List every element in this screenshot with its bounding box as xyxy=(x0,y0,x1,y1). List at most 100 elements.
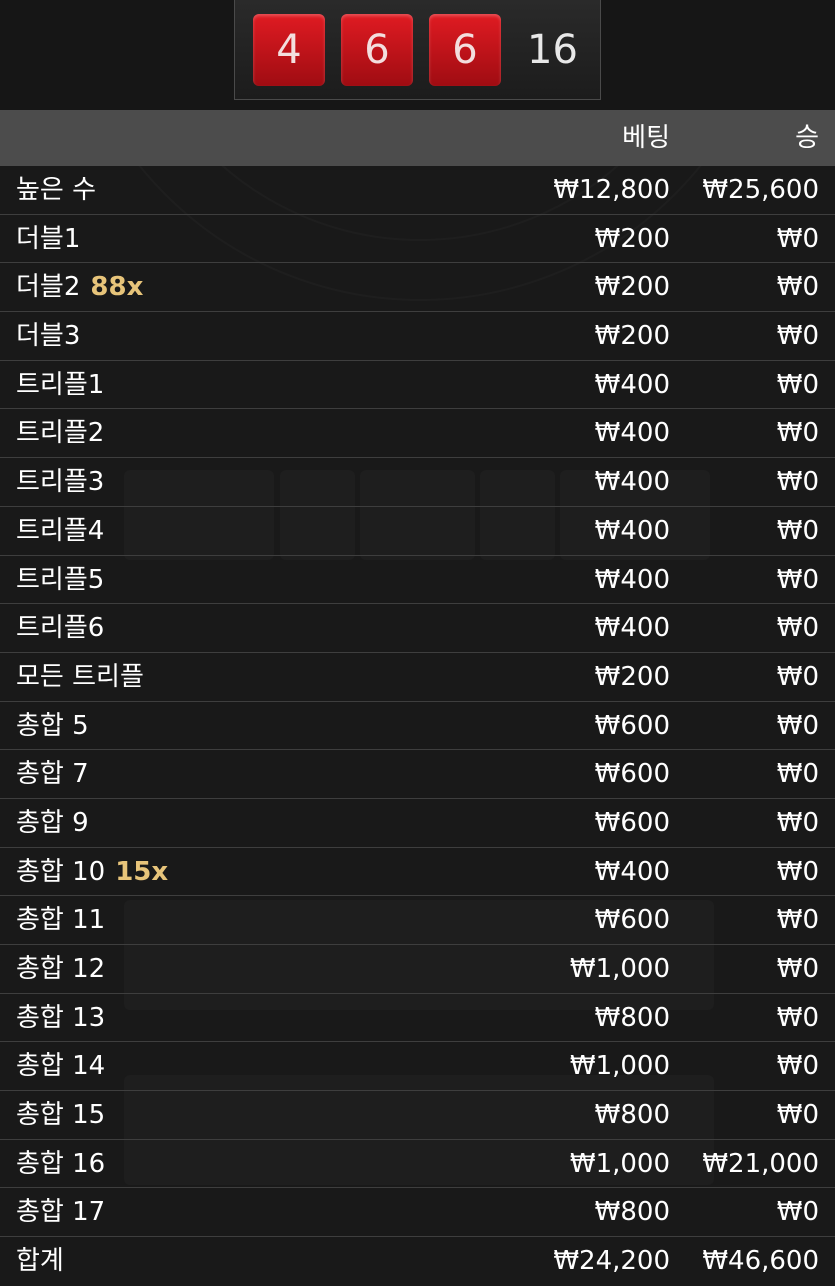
table-row: 트리플2 ₩400 ₩0 xyxy=(0,409,835,459)
row-win: ₩25,600 xyxy=(702,175,819,205)
row-label: 총합 12 xyxy=(16,954,106,984)
row-bet: ₩200 xyxy=(594,272,670,303)
table-row: 모든 트리플 ₩200 ₩0 xyxy=(0,652,835,702)
row-label: 총합 9 xyxy=(16,807,89,838)
row-bet: ₩200 xyxy=(594,223,670,254)
table-row: 총합 12 ₩1,000 ₩0 xyxy=(0,945,835,994)
table-row: 총합 15 ₩800 ₩0 xyxy=(0,1091,835,1140)
row-win: ₩0 xyxy=(776,1100,819,1131)
table-row: 총합 5 ₩600 ₩0 xyxy=(0,701,835,751)
header-win: 승 xyxy=(795,123,819,153)
row-label: 총합 13 xyxy=(16,1002,106,1033)
row-bet: ₩1,000 xyxy=(569,1051,670,1082)
row-win: ₩0 xyxy=(776,759,819,790)
table-row: 트리플1 ₩400 ₩0 xyxy=(0,360,835,410)
row-label: 총합 14 xyxy=(16,1051,106,1082)
row-win: ₩0 xyxy=(776,856,819,887)
table-header: 베팅 승 xyxy=(0,110,835,166)
die-1: 4 xyxy=(253,14,325,86)
row-bet: ₩800 xyxy=(594,1002,670,1033)
die-2: 6 xyxy=(341,14,413,86)
row-win: ₩0 xyxy=(776,321,819,352)
row-label: 총합 11 xyxy=(16,905,106,936)
row-win: ₩0 xyxy=(776,1197,819,1228)
row-win: ₩0 xyxy=(776,223,819,254)
row-bet: ₩600 xyxy=(594,905,670,936)
row-win: ₩0 xyxy=(776,807,819,838)
row-label: 더블2 xyxy=(16,272,81,303)
header-bet: 베팅 xyxy=(622,123,670,153)
row-bet: ₩1,000 xyxy=(569,1148,670,1179)
row-win: ₩0 xyxy=(776,369,819,400)
row-label: 트리플4 xyxy=(16,515,105,546)
row-label: 총합 10 xyxy=(16,856,106,887)
total-win: ₩46,600 xyxy=(702,1246,819,1277)
row-label: 트리플1 xyxy=(16,369,105,400)
row-multiplier: 88x xyxy=(90,272,144,303)
row-bet: ₩400 xyxy=(594,515,670,546)
row-bet: ₩800 xyxy=(594,1100,670,1131)
table-row: 총합 11 ₩600 ₩0 xyxy=(0,896,835,945)
row-win: ₩0 xyxy=(776,564,819,595)
row-bet: ₩400 xyxy=(594,856,670,887)
row-label: 총합 15 xyxy=(16,1100,106,1131)
table-row: 총합 16 ₩1,000 ₩21,000 xyxy=(0,1139,835,1189)
table-row: 더블1 ₩200 ₩0 xyxy=(0,214,835,264)
row-label: 총합 7 xyxy=(16,759,89,790)
row-label: 트리플5 xyxy=(16,564,105,595)
table-row: 더블2 88x ₩200 ₩0 xyxy=(0,263,835,313)
table-row: 총합 14 ₩1,000 ₩0 xyxy=(0,1042,835,1092)
row-win: ₩0 xyxy=(776,1051,819,1082)
row-label: 트리플2 xyxy=(16,418,105,449)
table-row: 트리플3 ₩400 ₩0 xyxy=(0,458,835,507)
row-bet: ₩12,800 xyxy=(553,175,670,205)
table-row: 높은 수 ₩12,800 ₩25,600 xyxy=(0,166,835,215)
row-win: ₩0 xyxy=(776,954,819,984)
row-bet: ₩400 xyxy=(594,467,670,498)
row-win: ₩0 xyxy=(776,710,819,741)
table-row: 총합 7 ₩600 ₩0 xyxy=(0,750,835,799)
row-label: 높은 수 xyxy=(16,175,97,205)
table-row: 총합 9 ₩600 ₩0 xyxy=(0,798,835,848)
row-bet: ₩600 xyxy=(594,759,670,790)
row-label: 총합 17 xyxy=(16,1197,106,1228)
row-bet: ₩400 xyxy=(594,418,670,449)
row-bet: ₩1,000 xyxy=(569,954,670,984)
row-win: ₩0 xyxy=(776,613,819,644)
row-bet: ₩600 xyxy=(594,710,670,741)
row-win: ₩0 xyxy=(776,272,819,303)
table-row: 트리플5 ₩400 ₩0 xyxy=(0,555,835,605)
row-label: 트리플6 xyxy=(16,613,105,644)
row-win: ₩0 xyxy=(776,515,819,546)
die-3: 6 xyxy=(429,14,501,86)
dice-result-panel: 4 6 6 16 xyxy=(234,0,601,100)
row-win: ₩0 xyxy=(776,905,819,936)
result-bar: 4 6 6 16 xyxy=(0,0,835,110)
row-bet: ₩400 xyxy=(594,613,670,644)
total-bet: ₩24,200 xyxy=(553,1246,670,1277)
total-label: 합계 xyxy=(16,1246,64,1277)
row-label: 더블3 xyxy=(16,321,81,352)
row-label: 총합 5 xyxy=(16,710,89,741)
table-row: 더블3 ₩200 ₩0 xyxy=(0,312,835,361)
table-row: 트리플4 ₩400 ₩0 xyxy=(0,506,835,556)
table-row: 총합 10 15x ₩400 ₩0 xyxy=(0,847,835,897)
table-row: 총합 13 ₩800 ₩0 xyxy=(0,993,835,1043)
row-multiplier: 15x xyxy=(115,856,169,887)
row-label: 트리플3 xyxy=(16,467,105,498)
row-bet: ₩400 xyxy=(594,369,670,400)
row-win: ₩0 xyxy=(776,467,819,498)
row-win: ₩0 xyxy=(776,661,819,692)
table-row: 총합 17 ₩800 ₩0 xyxy=(0,1188,835,1238)
bet-results-table: 높은 수 ₩12,800 ₩25,600 더블1 ₩200 ₩0 더블2 88x … xyxy=(0,166,835,1286)
dice-sum: 16 xyxy=(527,27,578,73)
row-win: ₩21,000 xyxy=(702,1148,819,1179)
row-win: ₩0 xyxy=(776,1002,819,1033)
row-bet: ₩200 xyxy=(594,661,670,692)
row-bet: ₩800 xyxy=(594,1197,670,1228)
table-row: 트리플6 ₩400 ₩0 xyxy=(0,604,835,653)
row-label: 더블1 xyxy=(16,223,81,254)
row-label: 총합 16 xyxy=(16,1148,106,1179)
row-bet: ₩400 xyxy=(594,564,670,595)
total-row: 합계 ₩24,200 ₩46,600 xyxy=(0,1237,835,1286)
